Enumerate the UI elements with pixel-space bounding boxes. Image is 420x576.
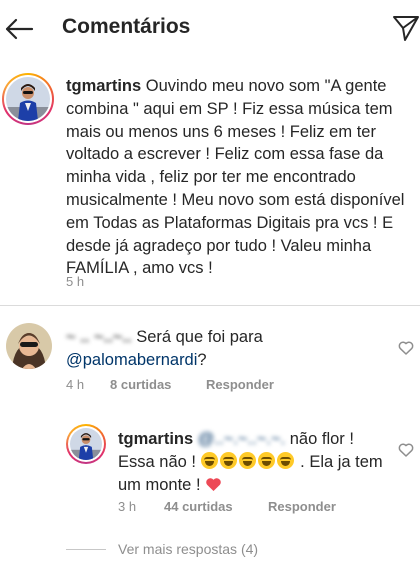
comment-body: Será que foi para bbox=[136, 328, 263, 346]
comments-header: Comentários bbox=[0, 0, 420, 58]
caption-text: tgmartins Ouvindo meu novo som "A gente … bbox=[66, 75, 416, 280]
caption-body: Ouvindo meu novo som "A gente combina " … bbox=[66, 77, 405, 278]
reply-label[interactable]: Responder bbox=[206, 377, 274, 392]
avatar-photo bbox=[6, 77, 50, 121]
page-title: Comentários bbox=[62, 15, 191, 38]
caption-timestamp: 5 h bbox=[66, 274, 85, 289]
laughing-emoji-icon bbox=[200, 451, 296, 471]
back-arrow-icon[interactable] bbox=[2, 12, 36, 46]
avatar[interactable] bbox=[2, 73, 54, 125]
mention-link[interactable]: @..~.~..~.~. bbox=[198, 430, 285, 448]
comment-likes[interactable]: 8 curtidas bbox=[110, 377, 171, 392]
paper-plane-icon[interactable] bbox=[391, 12, 420, 44]
more-replies-label[interactable]: Ver mais respostas (4) bbox=[118, 541, 258, 557]
comment-timestamp: 4 h bbox=[66, 377, 85, 392]
comment-text: ~ .. ~..~.. Será que foi para @palomaber… bbox=[66, 326, 386, 372]
reply-button[interactable]: Responder bbox=[268, 499, 336, 514]
post-caption: tgmartins Ouvindo meu novo som "A gente … bbox=[0, 60, 420, 305]
mention-link[interactable]: @palomabernardi bbox=[66, 351, 197, 369]
caption-username[interactable]: tgmartins bbox=[66, 77, 141, 95]
avatar-photo bbox=[70, 428, 102, 460]
avatar[interactable] bbox=[66, 424, 106, 464]
likes-count[interactable]: 44 curtidas bbox=[164, 499, 233, 514]
view-more-replies-button[interactable]: Ver mais respostas (4) bbox=[66, 540, 396, 560]
more-replies-line bbox=[66, 549, 106, 550]
reply-timestamp: 3 h bbox=[118, 499, 137, 514]
reply-button[interactable]: Responder bbox=[206, 377, 274, 392]
comment-body-end: ? bbox=[197, 350, 207, 369]
likes-count[interactable]: 8 curtidas bbox=[110, 377, 171, 392]
avatar[interactable] bbox=[6, 323, 52, 369]
reply-likes[interactable]: 44 curtidas bbox=[164, 499, 233, 514]
heart-icon[interactable] bbox=[398, 340, 414, 356]
heart-icon[interactable] bbox=[398, 442, 414, 458]
red-heart-emoji-icon bbox=[205, 476, 222, 494]
reply-item: tgmartins @..~.~..~.~. não flor ! Essa n… bbox=[0, 404, 420, 528]
comment-username[interactable]: ~ .. ~..~.. bbox=[66, 328, 132, 346]
reply-text: tgmartins @..~.~..~.~. não flor ! Essa n… bbox=[118, 428, 388, 496]
reply-username[interactable]: tgmartins bbox=[118, 430, 193, 448]
comment-item: ~ .. ~..~.. Será que foi para @palomaber… bbox=[0, 306, 420, 404]
reply-label[interactable]: Responder bbox=[268, 499, 336, 514]
